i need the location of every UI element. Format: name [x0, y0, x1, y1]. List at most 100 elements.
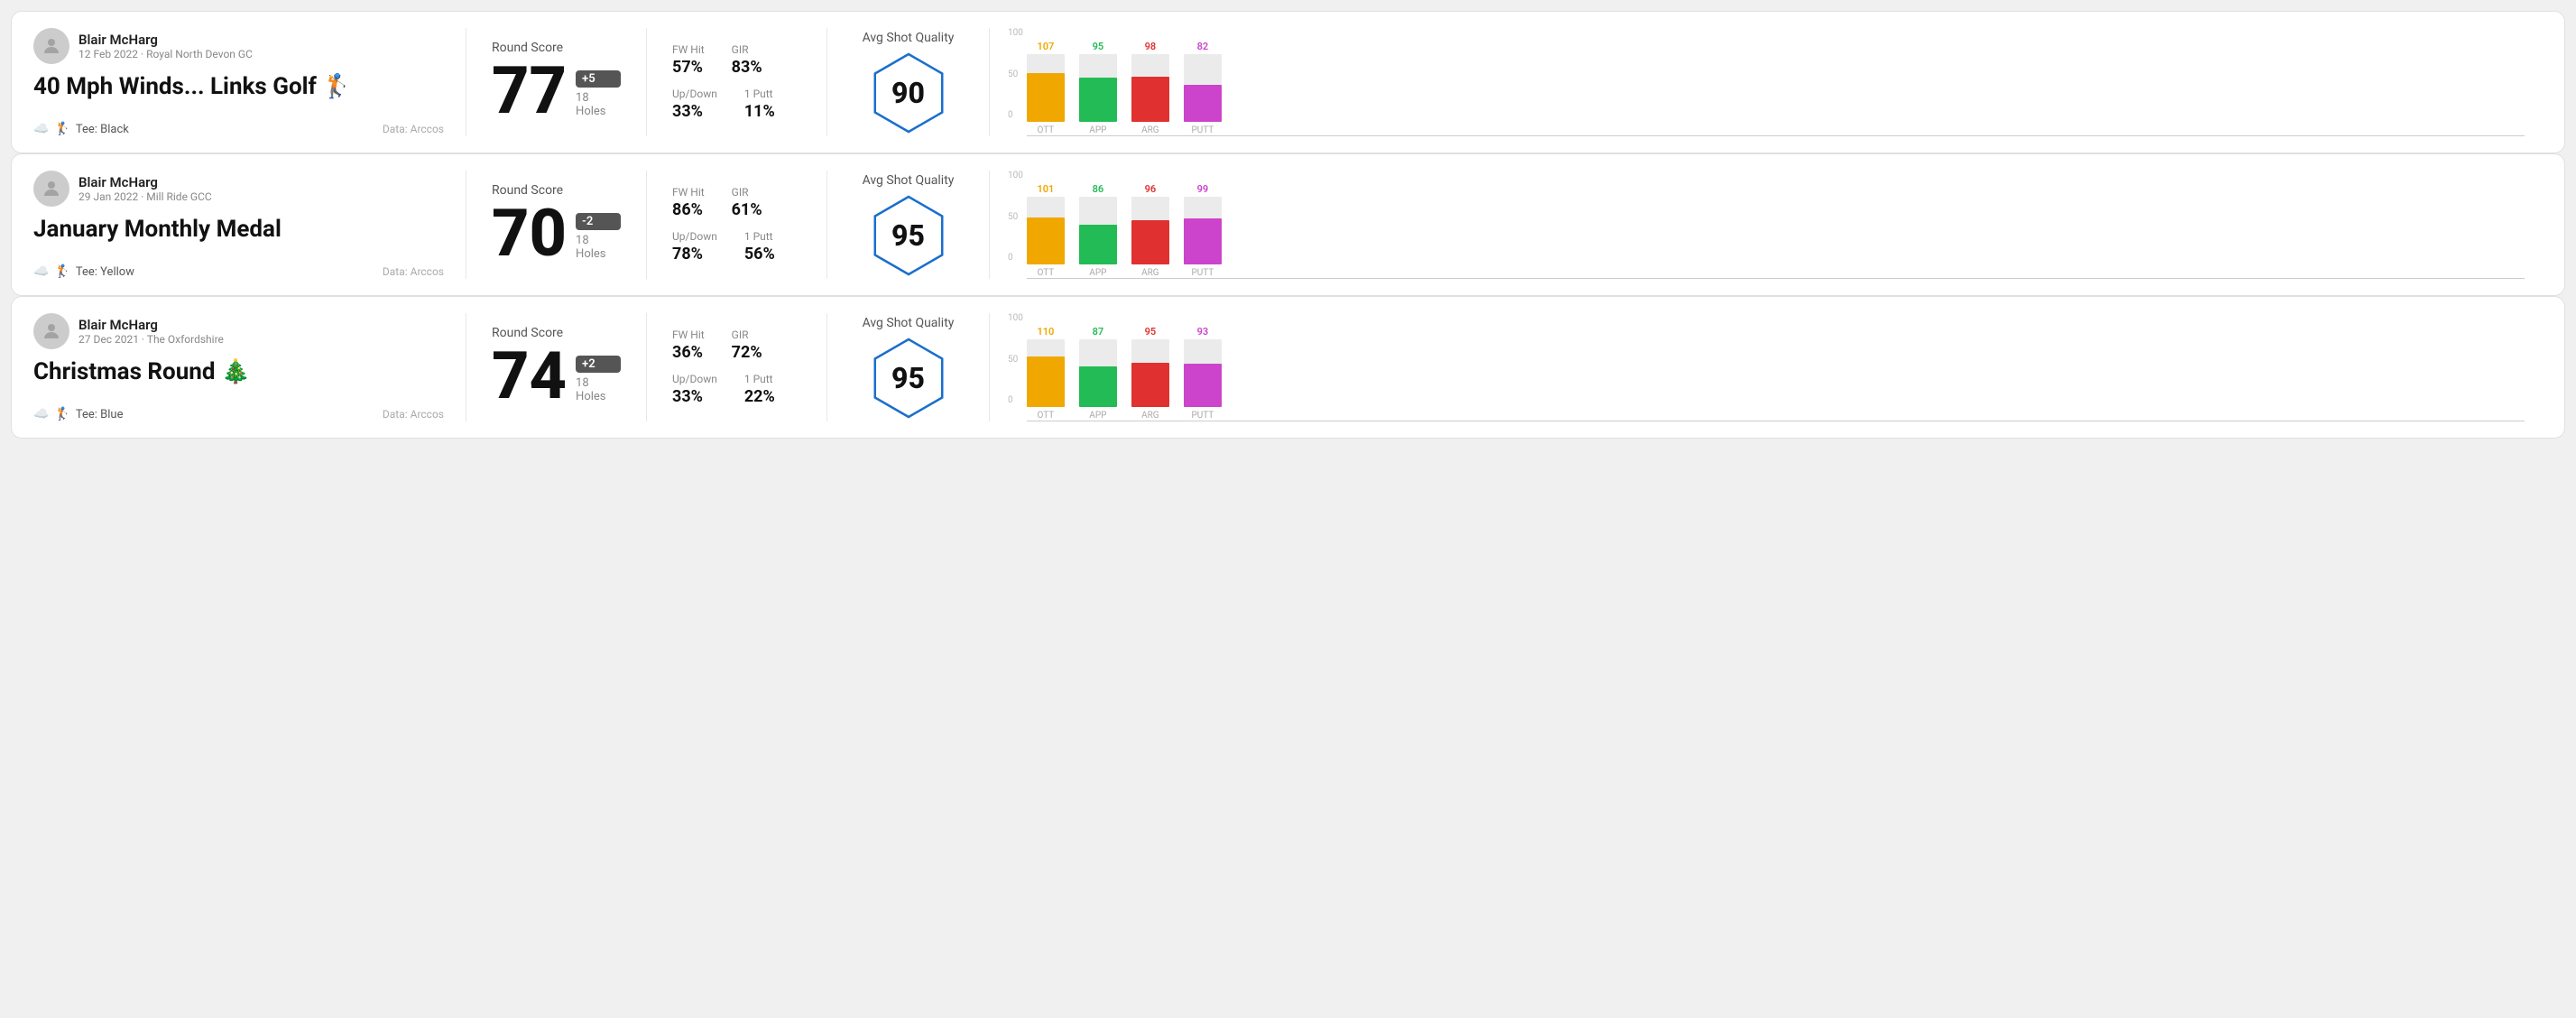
up-down-label: Up/Down [672, 373, 717, 385]
bar-value-app: 95 [1093, 41, 1104, 52]
quality-score: 95 [891, 218, 925, 253]
user-name: Blair McHarg [78, 317, 224, 333]
weather-icon: ☁️ [33, 122, 49, 136]
bar-bg-arg [1131, 197, 1169, 264]
tee-row: ☁️ 🏌 Tee: Blue [33, 407, 123, 421]
hexagon: 95 [868, 338, 949, 419]
card-left-round3: Blair McHarg 27 Dec 2021 · The Oxfordshi… [33, 313, 466, 421]
up-down-stat: Up/Down 78% [672, 230, 717, 264]
card-left-round2: Blair McHarg 29 Jan 2022 · Mill Ride GCC… [33, 171, 466, 279]
bar-xlabel-putt: PUTT [1191, 268, 1214, 278]
card-chart-round1: 100 50 0 107 OTT 95 APP [990, 28, 2543, 136]
round-title: 40 Mph Winds... Links Golf 🏌 [33, 73, 444, 100]
golf-bag-icon: 🏌 [54, 122, 69, 136]
fw-hit-value: 36% [672, 343, 705, 362]
round-card-round2: Blair McHarg 29 Jan 2022 · Mill Ride GCC… [11, 153, 2565, 296]
data-source: Data: Arccos [383, 265, 444, 278]
fw-hit-label: FW Hit [672, 186, 705, 199]
card-quality-round3: Avg Shot Quality 95 [827, 313, 990, 421]
score-badge: +5 [576, 70, 621, 88]
round-title: Christmas Round 🎄 [33, 358, 444, 385]
card-footer: ☁️ 🏌 Tee: Blue Data: Arccos [33, 400, 444, 421]
bar-xlabel-app: APP [1089, 268, 1106, 278]
chart-bar-ott: 101 OTT [1027, 183, 1065, 278]
bars-container: 107 OTT 95 APP 98 ARG 8 [1027, 28, 2525, 136]
fw-hit-label: FW Hit [672, 43, 705, 56]
up-down-stat: Up/Down 33% [672, 88, 717, 121]
y-axis-labels: 100 50 0 [1008, 313, 1023, 421]
bar-xlabel-app: APP [1089, 125, 1106, 135]
card-quality-round1: Avg Shot Quality 90 [827, 28, 990, 136]
fw-hit-stat: FW Hit 57% [672, 43, 705, 77]
bar-bg-app [1079, 339, 1117, 407]
fw-hit-label: FW Hit [672, 329, 705, 341]
bar-value-putt: 99 [1197, 183, 1209, 195]
gir-stat: GIR 72% [732, 329, 762, 362]
y-label-100: 100 [1008, 313, 1023, 323]
user-info: Blair McHarg 27 Dec 2021 · The Oxfordshi… [78, 317, 224, 346]
bar-bg-putt [1184, 197, 1222, 264]
quality-label: Avg Shot Quality [863, 31, 955, 45]
up-down-stat: Up/Down 33% [672, 373, 717, 406]
card-score-round3: Round Score 74 +2 18 Holes [466, 313, 647, 421]
one-putt-label: 1 Putt [744, 230, 775, 243]
gir-stat: GIR 83% [732, 43, 762, 77]
bar-value-arg: 96 [1145, 183, 1157, 195]
bar-xlabel-ott: OTT [1037, 268, 1054, 278]
chart-bar-app: 87 APP [1079, 326, 1117, 421]
weather-icon: ☁️ [33, 407, 49, 421]
one-putt-label: 1 Putt [744, 88, 775, 100]
user-row: Blair McHarg 27 Dec 2021 · The Oxfordshi… [33, 313, 444, 349]
card-chart-round2: 100 50 0 101 OTT 86 APP [990, 171, 2543, 279]
user-row: Blair McHarg 12 Feb 2022 · Royal North D… [33, 28, 444, 64]
hexagon: 95 [868, 195, 949, 276]
y-label-0: 0 [1008, 110, 1023, 120]
avatar [33, 313, 69, 349]
fw-hit-value: 86% [672, 200, 705, 219]
quality-label: Avg Shot Quality [863, 316, 955, 330]
chart-bar-ott: 110 OTT [1027, 326, 1065, 421]
gir-value: 72% [732, 343, 762, 362]
score-number: 74 [492, 344, 567, 409]
score-number: 77 [492, 59, 567, 124]
avatar [33, 171, 69, 207]
user-row: Blair McHarg 29 Jan 2022 · Mill Ride GCC [33, 171, 444, 207]
score-main: 77 +5 18 Holes [492, 59, 621, 124]
y-label-50: 50 [1008, 355, 1023, 365]
bar-value-arg: 98 [1145, 41, 1157, 52]
bar-bg-ott [1027, 197, 1065, 264]
bar-bg-putt [1184, 54, 1222, 122]
y-axis-labels: 100 50 0 [1008, 28, 1023, 136]
gir-stat: GIR 61% [732, 186, 762, 219]
score-main: 74 +2 18 Holes [492, 344, 621, 409]
round-card-round3: Blair McHarg 27 Dec 2021 · The Oxfordshi… [11, 296, 2565, 439]
one-putt-stat: 1 Putt 22% [744, 373, 775, 406]
card-score-round2: Round Score 70 -2 18 Holes [466, 171, 647, 279]
tee-label: Tee: Blue [76, 408, 124, 421]
bar-fill-arg [1131, 220, 1169, 265]
bar-bg-arg [1131, 339, 1169, 407]
stats-row-bottom: Up/Down 33% 1 Putt 22% [672, 373, 801, 406]
gir-value: 83% [732, 58, 762, 77]
chart-bar-app: 86 APP [1079, 183, 1117, 278]
bar-fill-arg [1131, 363, 1169, 407]
bar-bg-app [1079, 54, 1117, 122]
fw-hit-stat: FW Hit 36% [672, 329, 705, 362]
user-date: 12 Feb 2022 · Royal North Devon GC [78, 48, 253, 60]
hexagon: 90 [868, 52, 949, 134]
bar-bg-arg [1131, 54, 1169, 122]
chart-bar-putt: 99 PUTT [1184, 183, 1222, 278]
gir-label: GIR [732, 43, 762, 56]
bar-xlabel-arg: ARG [1141, 125, 1159, 135]
y-label-50: 50 [1008, 212, 1023, 222]
score-badge-wrap: +2 18 Holes [576, 356, 621, 409]
tee-label: Tee: Black [76, 123, 129, 136]
one-putt-stat: 1 Putt 56% [744, 230, 775, 264]
y-label-100: 100 [1008, 28, 1023, 38]
user-info: Blair McHarg 12 Feb 2022 · Royal North D… [78, 32, 253, 60]
data-source: Data: Arccos [383, 408, 444, 421]
bar-value-putt: 93 [1197, 326, 1209, 338]
bars-container: 110 OTT 87 APP 95 ARG 9 [1027, 313, 2525, 421]
stats-row-top: FW Hit 36% GIR 72% [672, 329, 801, 362]
score-badge-wrap: +5 18 Holes [576, 70, 621, 124]
